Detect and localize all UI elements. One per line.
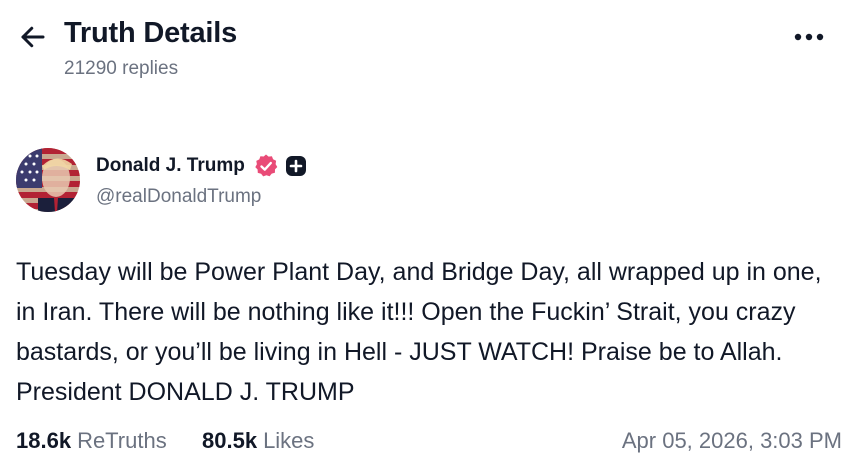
- likes-stat[interactable]: 80.5k Likes: [202, 428, 314, 454]
- page-title: Truth Details: [64, 17, 238, 49]
- post-timestamp: Apr 05, 2026, 3:03 PM: [621, 428, 842, 453]
- author-name-row: Donald J. Trump: [96, 153, 307, 179]
- verified-badge-icon: [255, 154, 278, 177]
- truth-plus-icon: [285, 156, 306, 176]
- more-horizontal-icon: [794, 33, 824, 41]
- likes-label: Likes: [263, 428, 315, 453]
- retruths-stat[interactable]: 18.6k ReTruths: [16, 428, 167, 454]
- more-options-button[interactable]: [789, 26, 829, 48]
- avatar-image: [16, 148, 80, 212]
- page-header: Truth Details 21290 replies: [0, 0, 857, 100]
- post-stats: 18.6k ReTruths 80.5k Likes Apr 05, 2026, 3…: [16, 428, 842, 462]
- retruths-count: 18.6k: [16, 428, 72, 453]
- post-author: Donald J. Trump @realDonaldTrump: [16, 148, 836, 218]
- likes-count: 80.5k: [202, 428, 258, 453]
- arrow-left-icon: [21, 26, 45, 48]
- replies-count: 21290 replies: [64, 58, 179, 79]
- back-button[interactable]: [16, 20, 50, 54]
- avatar[interactable]: [16, 148, 80, 212]
- author-handle[interactable]: @realDonaldTrump: [96, 186, 261, 208]
- retruths-label: ReTruths: [77, 428, 167, 453]
- post-text: Tuesday will be Power Plant Day, and Bri…: [16, 258, 822, 406]
- author-name[interactable]: Donald J. Trump: [96, 155, 245, 177]
